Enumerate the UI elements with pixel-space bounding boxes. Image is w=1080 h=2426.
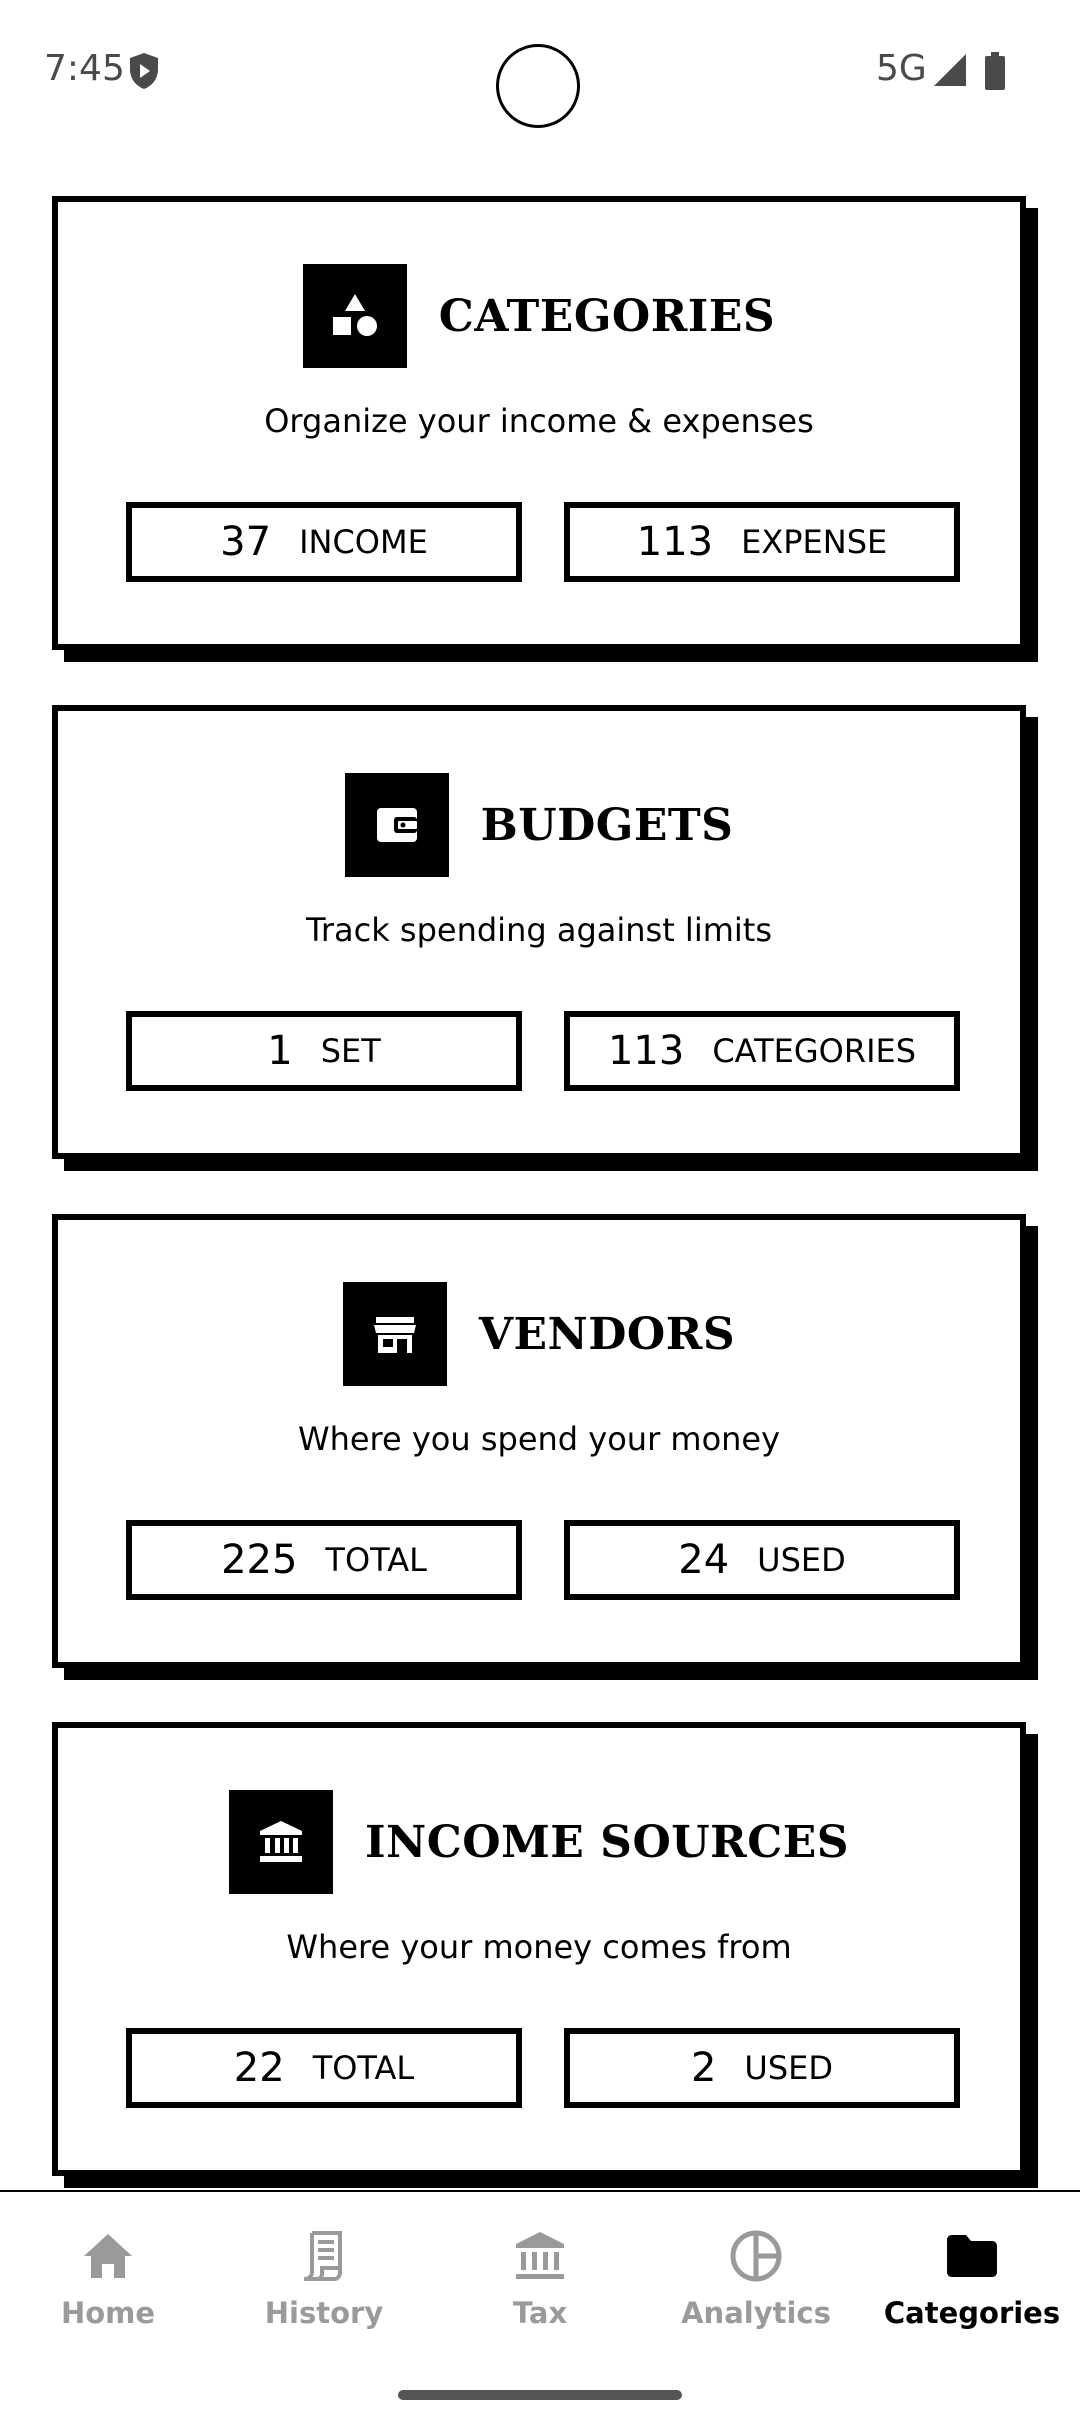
stat-value: 1 [267,1028,293,1074]
card-header: VENDORS [58,1280,1020,1388]
card-title: CATEGORIES [438,290,776,342]
status-bar: 7:45 5G [0,0,1080,140]
stat-label: USED [744,2049,834,2087]
budgets-card[interactable]: BUDGETS Track spending against limits 1 … [52,705,1026,1159]
budgets-card-wrap: BUDGETS Track spending against limits 1 … [52,705,1038,1173]
stat-label: EXPENSE [741,523,888,561]
camera-cutout [496,44,580,128]
budget-categories-stat[interactable]: 113 CATEGORIES [564,1011,960,1091]
vendors-total-stat[interactable]: 225 TOTAL [126,1520,522,1600]
nav-item-analytics[interactable]: Analytics [648,2228,864,2338]
nav-item-categories[interactable]: Categories [864,2228,1080,2338]
income-sources-total-stat[interactable]: 22 TOTAL [126,2028,522,2108]
shield-icon [130,53,158,89]
folder-icon [947,2235,997,2277]
card-title: VENDORS [478,1308,736,1360]
card-title: BUDGETS [480,799,734,851]
nav-item-history[interactable]: History [216,2228,432,2338]
wallet-icon [344,773,449,877]
vendors-used-stat[interactable]: 24 USED [564,1520,960,1600]
nav-label: Home [60,2296,156,2330]
income-sources-card-wrap: INCOME SOURCES Where your money comes fr… [52,1722,1038,2190]
home-icon [84,2234,132,2278]
income-sources-card[interactable]: INCOME SOURCES Where your money comes fr… [52,1722,1026,2176]
vendors-card-wrap: VENDORS Where you spend your money 225 T… [52,1214,1038,1682]
signal-icon [934,54,966,86]
card-subtitle: Track spending against limits [306,911,772,949]
nav-label: Tax [512,2296,568,2330]
stat-value: 24 [678,1537,730,1583]
card-subtitle: Organize your income & expenses [264,402,814,440]
stat-value: 22 [233,2045,285,2091]
income-count-stat[interactable]: 37 INCOME [126,502,522,582]
stat-label: INCOME [299,523,428,561]
card-title: INCOME SOURCES [364,1816,850,1868]
stat-label: SET [320,1032,381,1070]
categories-card-wrap: CATEGORIES Organize your income & expens… [52,196,1038,664]
bank-icon [228,1790,333,1894]
nav-item-tax[interactable]: Tax [432,2228,648,2338]
card-header: INCOME SOURCES [58,1788,1020,1896]
stat-value: 113 [636,519,714,565]
stat-value: 37 [220,519,272,565]
stat-value: 2 [690,2045,717,2091]
stat-label: TOTAL [312,2049,415,2087]
pie-chart-icon [730,2230,782,2282]
bottom-nav: Home History Tax Analytics Categories [0,2190,1080,2426]
stat-label: TOTAL [325,1541,427,1579]
expense-count-stat[interactable]: 113 EXPENSE [564,502,960,582]
nav-label: History [264,2296,384,2330]
nav-item-home[interactable]: Home [0,2228,216,2338]
budgets-set-stat[interactable]: 1 SET [126,1011,522,1091]
income-sources-used-stat[interactable]: 2 USED [564,2028,960,2108]
battery-icon [985,52,1005,90]
card-header: BUDGETS [58,771,1020,879]
vendors-card[interactable]: VENDORS Where you spend your money 225 T… [52,1214,1026,1668]
store-icon [342,1282,447,1386]
stat-label: CATEGORIES [712,1032,917,1070]
bank-icon [516,2232,564,2279]
categories-card[interactable]: CATEGORIES Organize your income & expens… [52,196,1026,650]
stat-value: 113 [607,1028,685,1074]
stat-value: 225 [221,1537,298,1583]
nav-label: Categories [883,2296,1061,2330]
shapes-icon [302,264,407,368]
receipt-icon [303,2231,342,2281]
home-indicator[interactable] [398,2390,682,2400]
card-header: CATEGORIES [58,262,1020,370]
status-time: 7:45 [44,48,125,89]
nav-label: Analytics [681,2296,831,2330]
card-subtitle: Where your money comes from [286,1928,792,1966]
card-subtitle: Where you spend your money [297,1420,781,1458]
stat-label: USED [757,1541,846,1579]
network-type: 5G [876,48,927,89]
